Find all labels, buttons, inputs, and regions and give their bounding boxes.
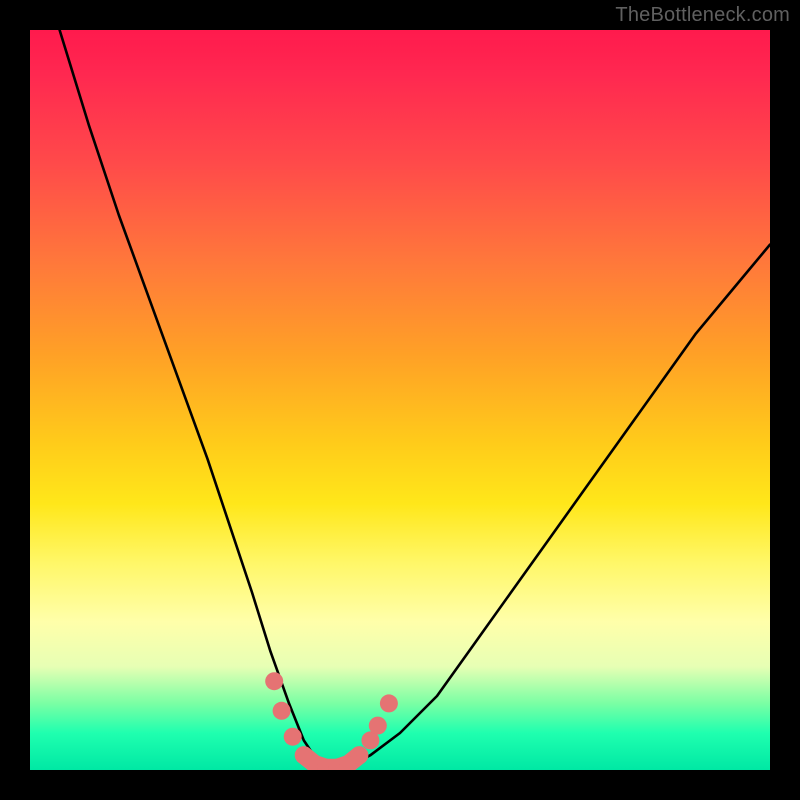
curve-path bbox=[60, 30, 770, 770]
marker-dot bbox=[284, 728, 302, 746]
marker-group bbox=[265, 672, 398, 770]
marker-dot bbox=[350, 746, 368, 764]
plot-area bbox=[30, 30, 770, 770]
marker-dot bbox=[380, 694, 398, 712]
chart-frame: TheBottleneck.com bbox=[0, 0, 800, 800]
bottleneck-curve bbox=[30, 30, 770, 770]
watermark-text: TheBottleneck.com bbox=[615, 4, 790, 27]
marker-dot bbox=[369, 717, 387, 735]
marker-dot bbox=[273, 702, 291, 720]
marker-dot bbox=[265, 672, 283, 690]
